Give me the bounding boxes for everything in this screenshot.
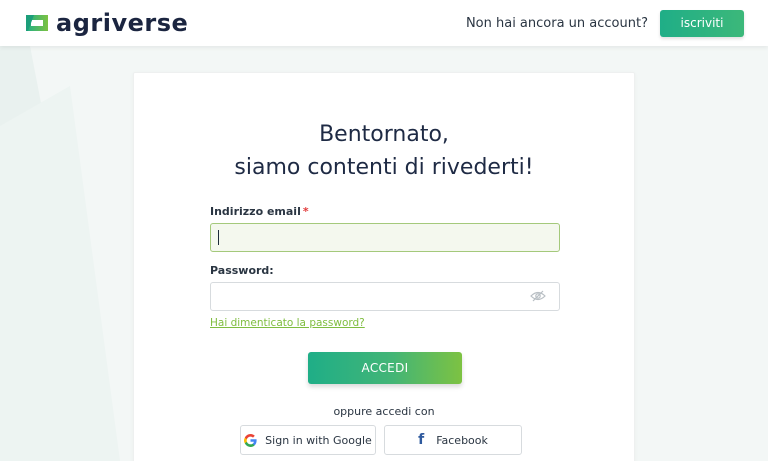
signup-prompt: Non hai ancora un account? bbox=[465, 15, 648, 31]
eye-slash-icon[interactable] bbox=[530, 289, 546, 303]
header-actions: Non hai ancora un account? iscriviti bbox=[466, 9, 744, 37]
agriverse-logo-icon bbox=[26, 15, 48, 31]
facebook-signin-label: Facebook bbox=[436, 433, 488, 447]
password-label: Password: bbox=[210, 264, 274, 277]
brand-name: agriverse bbox=[56, 9, 189, 37]
social-login-divider: oppure accedi con bbox=[333, 405, 435, 418]
text-caret bbox=[218, 230, 219, 245]
required-marker: * bbox=[302, 205, 309, 218]
title-line-2: siamo contenti di rivederti! bbox=[234, 155, 534, 180]
page-title: Bentornato, siamo contenti di rivederti! bbox=[134, 118, 634, 184]
google-signin-label: Sign in with Google bbox=[265, 433, 372, 447]
google-icon bbox=[244, 433, 257, 447]
login-button[interactable]: ACCEDI bbox=[308, 352, 462, 384]
top-header: agriverse Non hai ancora un account? isc… bbox=[0, 0, 768, 46]
title-line-1: Bentornato, bbox=[319, 122, 449, 147]
facebook-icon: f bbox=[418, 432, 425, 448]
google-signin-button[interactable]: Sign in with Google bbox=[240, 425, 376, 455]
facebook-signin-button[interactable]: f Facebook bbox=[384, 425, 522, 455]
login-card: Bentornato, siamo contenti di rivederti!… bbox=[133, 72, 635, 461]
email-field[interactable] bbox=[210, 223, 560, 252]
brand-logo[interactable]: agriverse bbox=[24, 9, 188, 37]
password-field[interactable] bbox=[210, 282, 560, 311]
forgot-password-link[interactable]: Hai dimenticato la password? bbox=[210, 317, 365, 329]
signup-button[interactable]: iscriviti bbox=[660, 9, 744, 37]
email-label-text: Indirizzo email bbox=[210, 205, 301, 218]
email-label: Indirizzo email * bbox=[210, 205, 309, 218]
